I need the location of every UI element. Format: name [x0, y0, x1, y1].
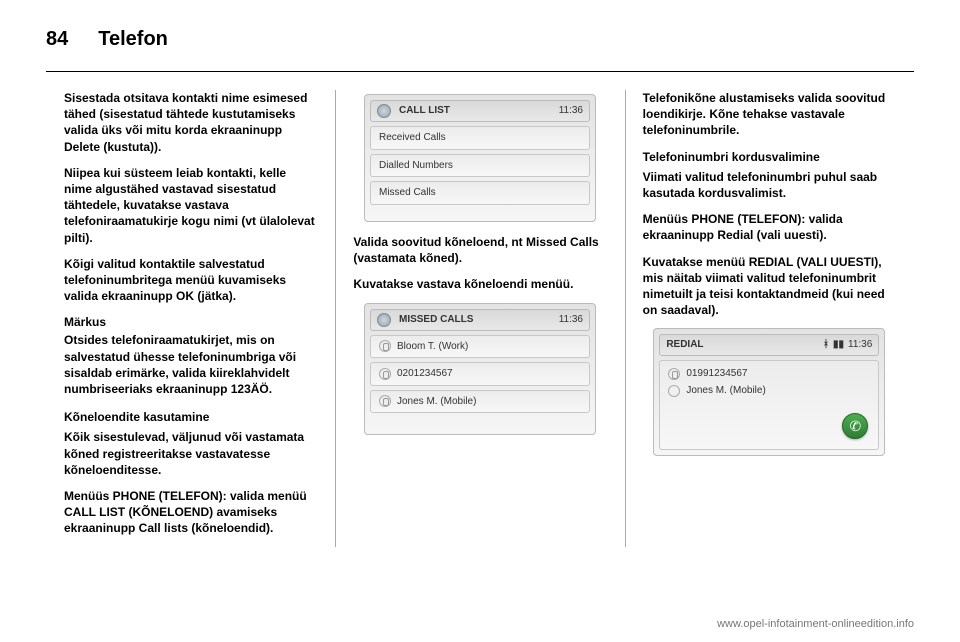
redial-header: REDIAL ᚼ ▮▮ 11:36	[659, 334, 879, 356]
redial-number-line: 01991234567	[668, 367, 870, 381]
c3-p3: Menüüs PHONE (TELEFON): valida ekraaninu…	[643, 211, 896, 243]
call-list-time: 11:36	[559, 104, 583, 118]
c3-p1: Telefonikõne alustamiseks valida soovitu…	[643, 90, 896, 139]
missed-call-label: 0201234567	[397, 367, 453, 381]
page-header: 84 Telefon	[46, 28, 914, 51]
dial-button-icon: ✆	[842, 413, 868, 439]
c3-p2: Viimati valitud telefoninumbri puhul saa…	[643, 169, 896, 201]
globe-icon	[377, 313, 391, 327]
signal-icon: ▮▮	[833, 338, 844, 352]
missed-calls-time: 11:36	[559, 313, 583, 327]
redial-time: 11:36	[848, 338, 872, 352]
redial-name-line: Jones M. (Mobile)	[668, 384, 870, 398]
missed-calls-header: MISSED CALLS 11:36	[370, 309, 590, 331]
column-2: CALL LIST 11:36 Received Calls Dialled N…	[335, 90, 624, 547]
c3-sub1: Telefoninumbri kordusvalimine	[643, 149, 896, 165]
section-title: Telefon	[98, 28, 168, 51]
c1-p5: Menüüs PHONE (TELEFON): valida menüü CAL…	[64, 488, 317, 537]
c2-p1: Valida soovitud kõneloend, nt Missed Cal…	[353, 234, 606, 266]
bluetooth-icon: ᚼ	[823, 338, 829, 352]
call-list-row: Received Calls	[370, 126, 590, 150]
c3-p4: Kuvatakse menüü REDIAL (VALI UUESTI), mi…	[643, 254, 896, 319]
phone-icon	[668, 368, 680, 380]
call-list-row: Missed Calls	[370, 181, 590, 205]
screenshot-redial: REDIAL ᚼ ▮▮ 11:36 01991234567 Jones M. (…	[653, 328, 885, 456]
columns: Sisestada otsitava kontakti nime esimese…	[46, 90, 914, 547]
c1-p1: Sisestada otsitava kontakti nime esimese…	[64, 90, 317, 155]
call-list-row-label: Received Calls	[379, 131, 446, 145]
c1-note-label: Märkus	[64, 314, 317, 330]
redial-body: 01991234567 Jones M. (Mobile) ✆	[659, 360, 879, 451]
missed-call-row: Bloom T. (Work)	[370, 335, 590, 359]
call-list-header: CALL LIST 11:36	[370, 100, 590, 122]
footer-url: www.opel-infotainment-onlineedition.info	[717, 618, 914, 630]
c1-p2: Niipea kui süsteem leiab kontakti, kelle…	[64, 165, 317, 246]
page-root: 84 Telefon Sisestada otsitava kontakti n…	[0, 0, 960, 547]
screenshot-missed-calls: MISSED CALLS 11:36 Bloom T. (Work) 02012…	[364, 303, 596, 435]
column-1: Sisestada otsitava kontakti nime esimese…	[46, 90, 335, 547]
globe-icon	[377, 104, 391, 118]
redial-number: 01991234567	[686, 367, 747, 381]
page-number: 84	[46, 28, 68, 51]
header-rule	[46, 71, 914, 72]
call-list-row-label: Dialled Numbers	[379, 159, 453, 173]
missed-call-label: Jones M. (Mobile)	[397, 395, 476, 409]
phone-icon	[379, 395, 391, 407]
missed-call-row: 0201234567	[370, 362, 590, 386]
phone-icon	[379, 368, 391, 380]
call-list-row: Dialled Numbers	[370, 154, 590, 178]
missed-calls-title: MISSED CALLS	[399, 313, 473, 327]
headset-icon	[668, 385, 680, 397]
missed-call-label: Bloom T. (Work)	[397, 340, 468, 354]
c2-p2: Kuvatakse vastava kõneloendi menüü.	[353, 276, 606, 292]
c1-p4: Kõik sisestulevad, väljunud või vastamat…	[64, 429, 317, 478]
call-list-row-label: Missed Calls	[379, 186, 436, 200]
c1-sub1: Kõneloendite kasutamine	[64, 409, 317, 425]
call-list-title: CALL LIST	[399, 104, 450, 118]
phone-icon	[379, 340, 391, 352]
c1-note-body: Otsides telefoniraamatukirjet, mis on sa…	[64, 332, 317, 397]
redial-contact-name: Jones M. (Mobile)	[686, 384, 765, 398]
c1-p3: Kõigi valitud kontaktile salvestatud tel…	[64, 256, 317, 305]
status-icons: ᚼ ▮▮ 11:36	[823, 338, 872, 352]
screenshot-call-list: CALL LIST 11:36 Received Calls Dialled N…	[364, 94, 596, 222]
column-3: Telefonikõne alustamiseks valida soovitu…	[625, 90, 914, 547]
redial-title: REDIAL	[666, 338, 703, 352]
missed-call-row: Jones M. (Mobile)	[370, 390, 590, 414]
